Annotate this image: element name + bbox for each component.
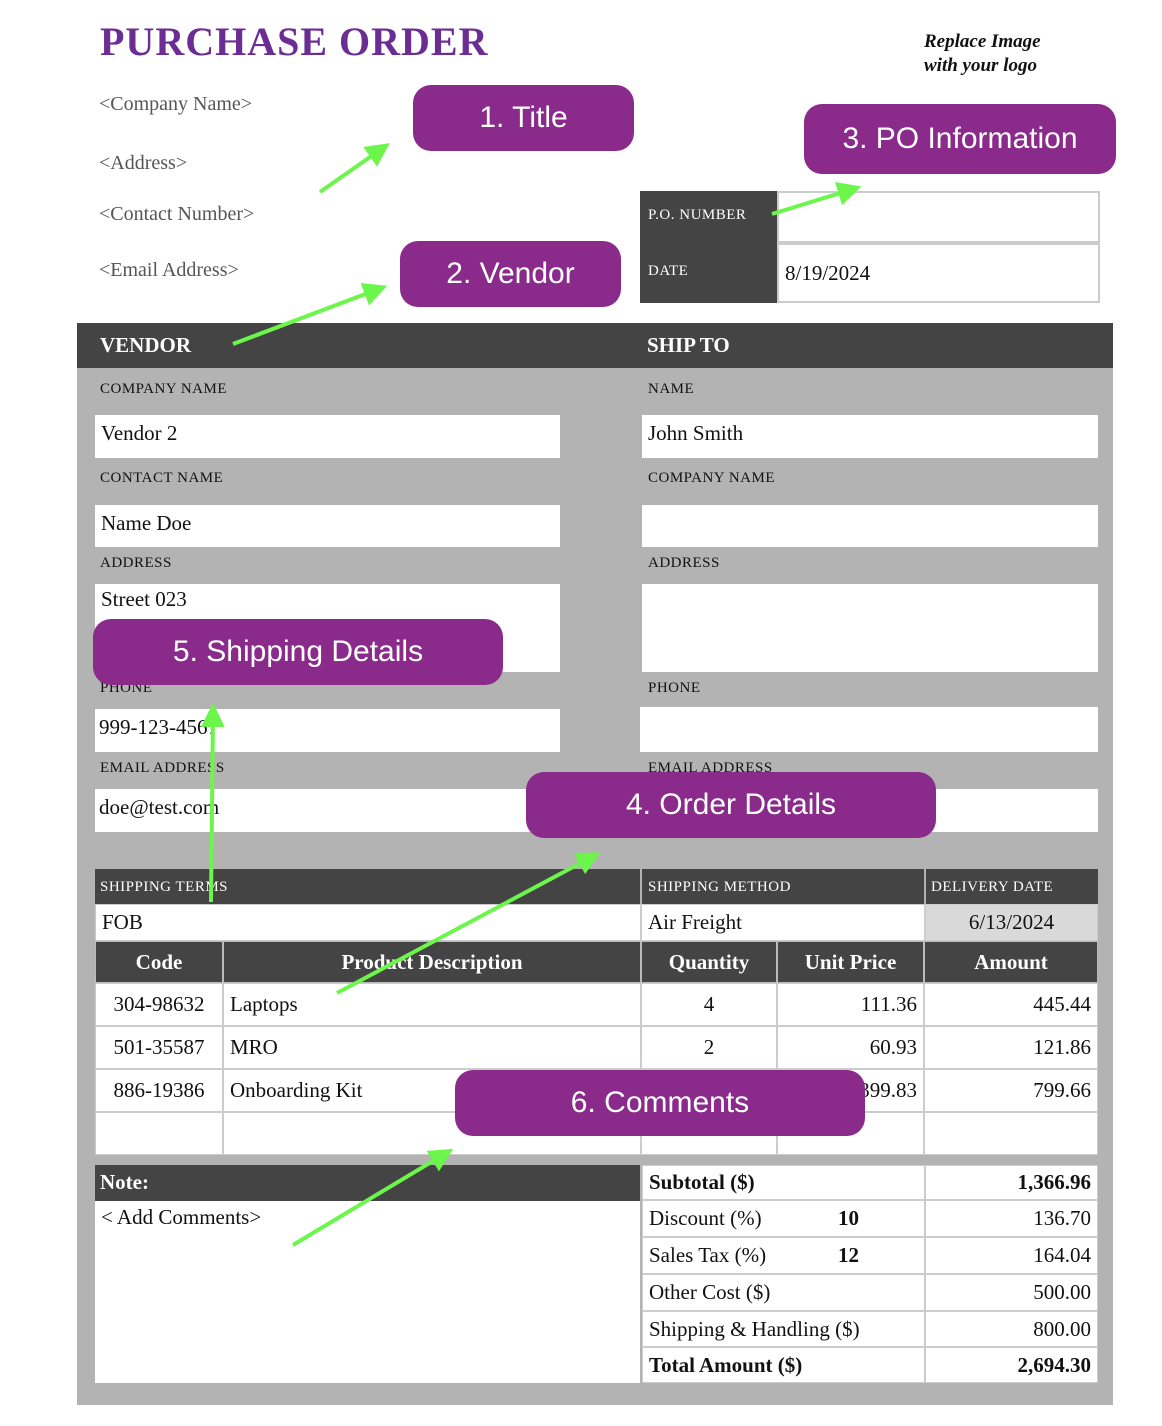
arrow-shipping [200,703,225,903]
callout-shipping-details: 5. Shipping Details [93,619,503,685]
arrow-vendor [232,283,388,346]
callout-order-details: 4. Order Details [526,772,936,838]
arrow-overlay [200,143,862,1247]
callout-po-information: 3. PO Information [804,104,1116,174]
callout-title: 1. Title [413,85,634,151]
callout-comments: 6. Comments [455,1070,865,1136]
callout-vendor: 2. Vendor [400,241,621,307]
arrow-title [318,143,390,194]
arrow-po [771,182,862,216]
arrow-comments [291,1148,454,1247]
arrow-order [336,852,601,995]
